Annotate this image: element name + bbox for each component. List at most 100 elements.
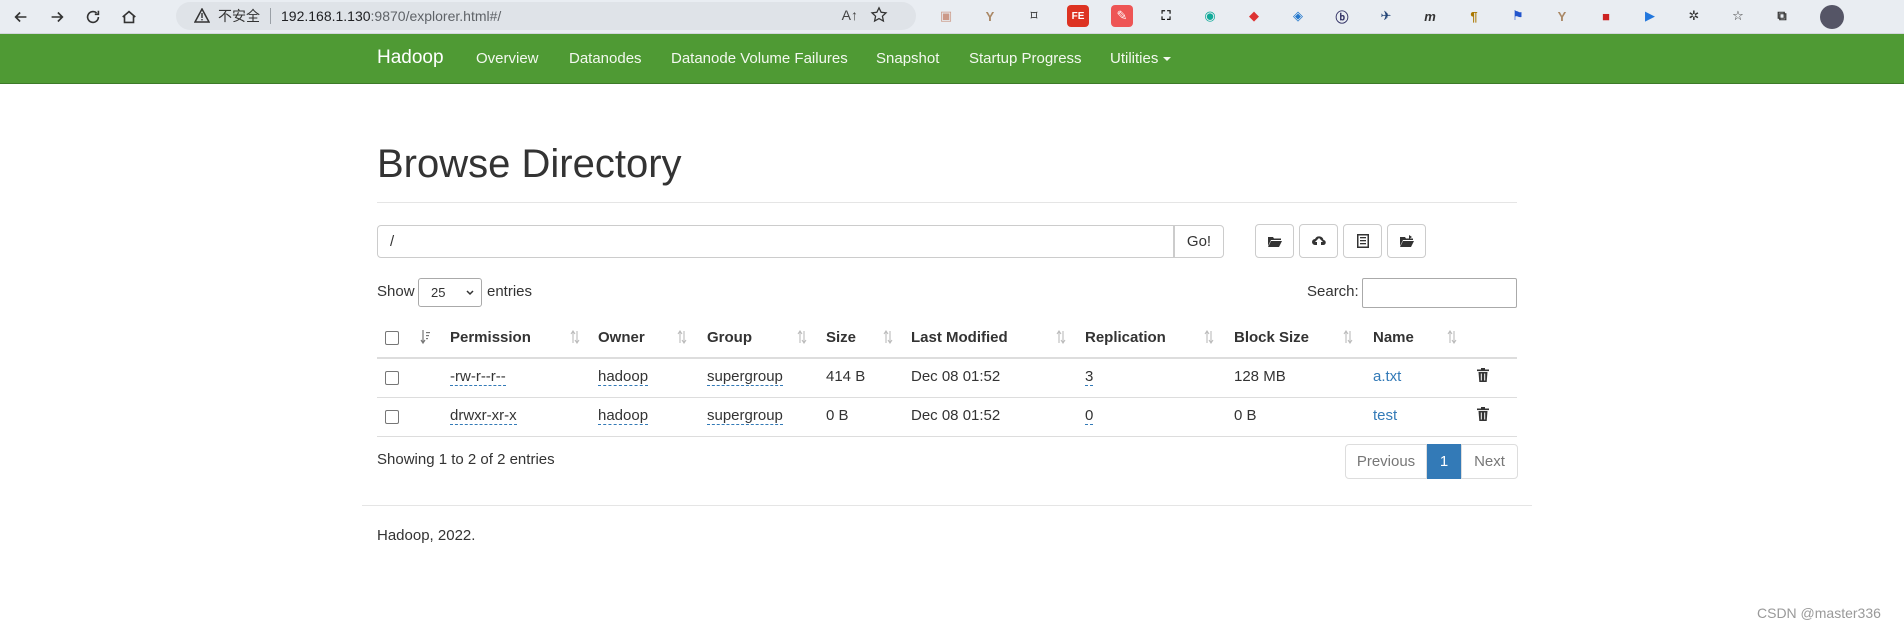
row-block-size: 0 B [1234,407,1257,424]
extension-capture-icon[interactable]: ⛶ [1155,5,1177,27]
extension-y-icon[interactable]: Y [1551,5,1573,27]
entries-label: entries [487,283,533,300]
watermark: CSDN @master336 [1757,605,1881,621]
move-button[interactable] [1387,224,1426,258]
nav-datanode-volume-failures[interactable]: Datanode Volume Failures [671,50,848,67]
upload-button[interactable] [1299,224,1338,258]
extension-sync-icon[interactable]: ◉ [1199,5,1221,27]
nav-snapshot[interactable]: Snapshot [876,50,939,67]
header-owner[interactable]: Owner [598,329,645,346]
row-group[interactable]: supergroup [707,407,783,425]
back-icon[interactable] [6,2,36,32]
footer-divider [362,505,1532,506]
cut-paste-button[interactable] [1343,224,1382,258]
extension-pilcrow-icon[interactable]: ¶ [1463,5,1485,27]
header-block-size[interactable]: Block Size [1234,329,1309,346]
row-name-link[interactable]: a.txt [1373,368,1401,385]
footer-text: Hadoop, 2022. [377,527,476,544]
bookmark-icon[interactable]: ⌑ [1023,5,1045,27]
show-label: Show [377,283,415,300]
browser-toolbar: 不安全 192.168.1.130:9870/explorer.html#/ A… [0,0,1904,34]
extension-m-icon[interactable]: m [1419,5,1441,27]
row-divider [377,397,1517,398]
profile-avatar[interactable] [1820,5,1844,29]
extension-fe-icon[interactable]: FE [1067,5,1089,27]
header-size[interactable]: Size [826,329,856,346]
sort-icon[interactable] [420,329,430,345]
header-name[interactable]: Name [1373,329,1414,346]
row-owner[interactable]: hadoop [598,368,649,386]
title-divider [377,202,1517,203]
navbar-brand[interactable]: Hadoop [377,47,444,69]
extensions-puzzle-icon[interactable]: ✲ [1683,5,1705,27]
forward-icon[interactable] [42,2,72,32]
row-replication[interactable]: 0 [1085,407,1094,425]
extension-diamond-icon[interactable]: ◈ [1287,5,1309,27]
row-checkbox[interactable] [385,371,399,385]
favorites-icon[interactable]: ☆ [1727,5,1749,27]
row-replication[interactable]: 3 [1085,368,1094,386]
header-replication[interactable]: Replication [1085,329,1166,346]
page-title: Browse Directory [377,142,682,186]
list-alt-icon [1356,234,1369,248]
read-aloud-icon[interactable]: A↑ [842,7,858,23]
row-divider [377,436,1517,437]
extension-play-icon[interactable]: ▶ [1639,5,1661,27]
header-group[interactable]: Group [707,329,752,346]
row-size: 0 B [826,407,849,424]
trash-icon[interactable] [1477,368,1489,382]
refresh-icon[interactable] [78,2,108,32]
header-last-modified[interactable]: Last Modified [911,329,1008,346]
home-icon[interactable] [114,2,144,32]
extension-icon-1[interactable]: ▣ [935,5,957,27]
address-bar[interactable]: 不安全 192.168.1.130:9870/explorer.html#/ A… [176,2,916,30]
row-last-modified: Dec 08 01:52 [911,407,1001,424]
create-directory-button[interactable] [1255,224,1294,258]
collections-icon[interactable]: ⧉ [1771,5,1793,27]
select-all-checkbox[interactable] [385,331,399,345]
next-page-button[interactable]: Next [1461,444,1518,479]
extension-cube-icon[interactable]: ◆ [1243,5,1265,27]
sort-arrows-icon [1343,330,1353,344]
extension-plane-icon[interactable]: ✈ [1375,5,1397,27]
extension-icon-2[interactable]: Y [979,5,1001,27]
entries-per-page-select[interactable]: 25 [418,278,482,307]
row-block-size: 128 MB [1234,368,1286,385]
url-host: 192.168.1.130 [281,8,371,24]
row-checkbox[interactable] [385,410,399,424]
nav-overview[interactable]: Overview [476,50,539,67]
directory-path-input[interactable]: / [377,225,1174,258]
url-path: :9870/explorer.html#/ [370,8,502,24]
sort-arrows-icon [1204,330,1214,344]
table-header-divider [377,357,1517,359]
go-button[interactable]: Go! [1174,225,1224,258]
extension-tool-icon[interactable]: ✎ [1111,5,1133,27]
extension-b-icon[interactable]: ⓑ [1331,5,1353,27]
nav-datanodes[interactable]: Datanodes [569,50,642,67]
row-owner[interactable]: hadoop [598,407,649,425]
row-last-modified: Dec 08 01:52 [911,368,1001,385]
extension-flag-icon[interactable]: ⚑ [1507,5,1529,27]
row-permission[interactable]: -rw-r--r-- [450,368,506,386]
extension-red-icon[interactable]: ■ [1595,5,1617,27]
row-permission[interactable]: drwxr-xr-x [450,407,517,425]
trash-icon[interactable] [1477,407,1489,421]
search-label: Search: [1307,283,1359,300]
row-group[interactable]: supergroup [707,368,783,386]
url-text: 192.168.1.130:9870/explorer.html#/ [281,8,501,24]
header-permission[interactable]: Permission [450,329,531,346]
row-name-link[interactable]: test [1373,407,1397,424]
sort-arrows-icon [1447,330,1457,344]
previous-page-button[interactable]: Previous [1345,444,1427,479]
search-input[interactable] [1362,278,1517,308]
sort-arrows-icon [1056,330,1066,344]
nav-startup-progress[interactable]: Startup Progress [969,50,1082,67]
chevron-down-icon [466,290,474,296]
pagination: Previous 1 Next [1345,444,1518,479]
cloud-upload-icon [1311,236,1326,246]
table-info: Showing 1 to 2 of 2 entries [377,451,555,468]
nav-utilities[interactable]: Utilities [1110,50,1172,67]
address-separator [270,8,271,24]
favorite-icon[interactable] [870,6,888,24]
page-1-button[interactable]: 1 [1427,444,1461,479]
